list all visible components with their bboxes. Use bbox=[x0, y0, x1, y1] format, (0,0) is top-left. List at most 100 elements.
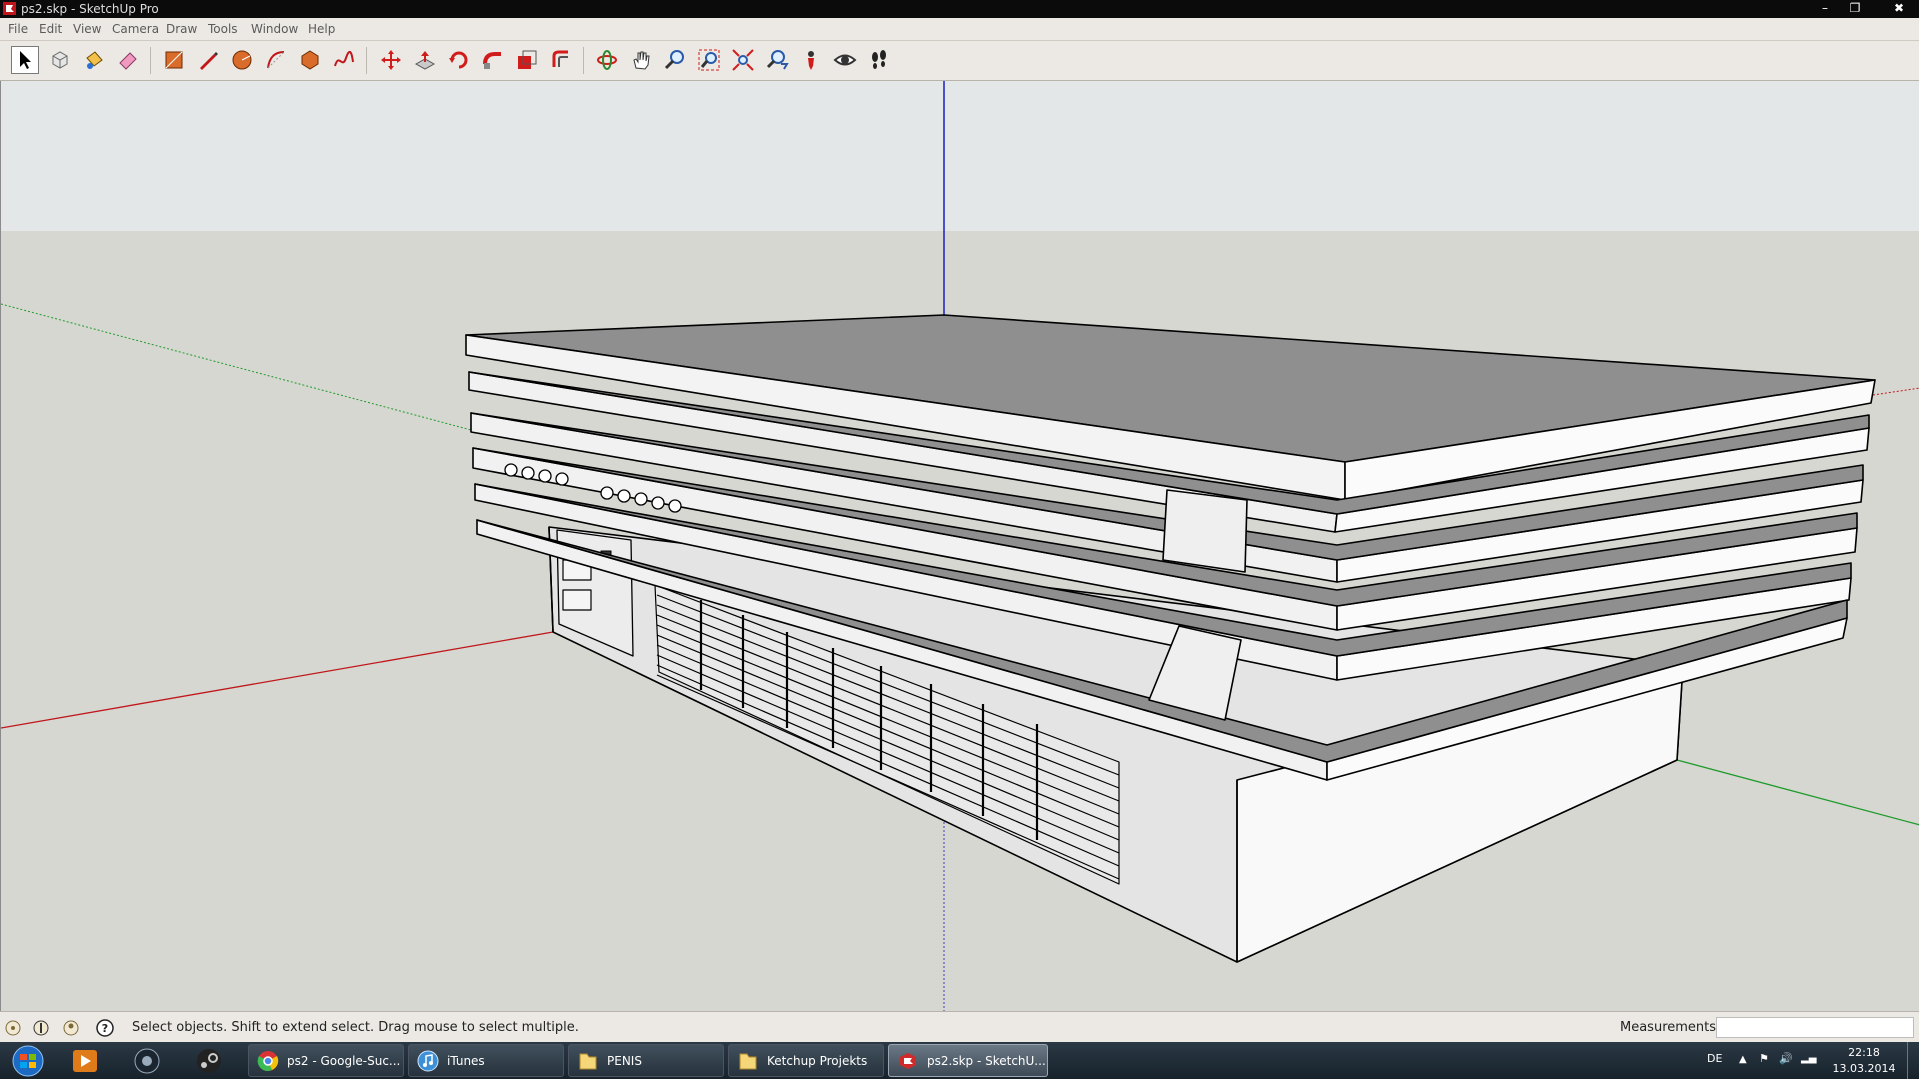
paint-bucket-button[interactable] bbox=[80, 46, 108, 74]
menu-view[interactable]: View bbox=[73, 22, 101, 36]
eraser-button[interactable] bbox=[114, 46, 142, 74]
taskbar-item-ketchup-folder[interactable]: Ketchup Projekts bbox=[728, 1044, 884, 1077]
menu-help[interactable]: Help bbox=[308, 22, 335, 36]
measurements-input[interactable] bbox=[1716, 1017, 1914, 1038]
folder-icon bbox=[739, 1053, 757, 1070]
menu-tools[interactable]: Tools bbox=[208, 22, 238, 36]
offset-icon bbox=[552, 50, 568, 67]
circle-icon bbox=[232, 50, 252, 70]
previous-view-icon bbox=[766, 50, 789, 70]
select-tool-button[interactable] bbox=[11, 46, 39, 74]
previous-view-button[interactable] bbox=[763, 46, 791, 74]
pan-button[interactable] bbox=[627, 46, 655, 74]
close-button[interactable]: ✖ bbox=[1881, 0, 1917, 18]
toolbar-separator bbox=[583, 47, 584, 74]
arc-button[interactable] bbox=[262, 46, 290, 74]
volume-icon[interactable]: 🔊 bbox=[1779, 1052, 1793, 1065]
model-viewport[interactable] bbox=[0, 81, 1919, 1011]
rotate-icon bbox=[449, 51, 468, 69]
taskbar-item-itunes[interactable]: iTunes bbox=[408, 1044, 564, 1077]
offset-button[interactable] bbox=[547, 46, 575, 74]
toolbar-separator bbox=[366, 47, 367, 74]
freehand-button[interactable] bbox=[330, 46, 358, 74]
credits-icon[interactable] bbox=[32, 1019, 50, 1037]
zoom-window-icon bbox=[698, 49, 720, 71]
user-icon[interactable] bbox=[62, 1019, 80, 1037]
orbit-button[interactable] bbox=[593, 46, 621, 74]
main-toolbar bbox=[0, 41, 1919, 81]
zoom-window-button[interactable] bbox=[695, 46, 723, 74]
chrome-icon bbox=[257, 1051, 279, 1071]
rectangle-button[interactable] bbox=[160, 46, 188, 74]
clock-time[interactable]: 22:18 bbox=[1834, 1046, 1894, 1059]
minimize-button[interactable]: – bbox=[1813, 0, 1837, 18]
steam-icon[interactable] bbox=[194, 1046, 224, 1076]
rotate-button[interactable] bbox=[445, 46, 473, 74]
help-icon[interactable]: ? bbox=[96, 1019, 114, 1037]
polygon-button[interactable] bbox=[296, 46, 324, 74]
line-button[interactable] bbox=[194, 46, 222, 74]
show-hidden-icons-icon[interactable]: ▲ bbox=[1739, 1054, 1747, 1065]
system-tray: DE ▲ ⚑ 🔊 ▂▄ 22:18 13.03.2014 bbox=[1619, 1042, 1919, 1079]
move-button[interactable] bbox=[377, 46, 405, 74]
circle-button[interactable] bbox=[228, 46, 256, 74]
status-bar: ? Select objects. Shift to extend select… bbox=[0, 1011, 1919, 1043]
window-title: ps2.skp - SketchUp Pro bbox=[21, 2, 159, 16]
toolbar-separator bbox=[150, 47, 151, 74]
app-launcher-icon[interactable] bbox=[132, 1046, 162, 1076]
network-signal-icon[interactable]: ▂▄ bbox=[1801, 1053, 1816, 1064]
task-label: Ketchup Projekts bbox=[767, 1054, 868, 1068]
walk-button[interactable] bbox=[865, 46, 893, 74]
position-camera-button[interactable] bbox=[797, 46, 825, 74]
geo-location-icon[interactable] bbox=[4, 1019, 22, 1037]
sketchup-icon bbox=[900, 1053, 916, 1069]
media-player-icon[interactable] bbox=[70, 1046, 100, 1076]
footprints-icon bbox=[872, 50, 886, 69]
folder-icon bbox=[579, 1053, 597, 1070]
menu-camera[interactable]: Camera bbox=[112, 22, 159, 36]
follow-me-button[interactable] bbox=[479, 46, 507, 74]
task-label: iTunes bbox=[447, 1054, 485, 1068]
start-button-icon[interactable] bbox=[8, 1045, 48, 1077]
action-center-flag-icon[interactable]: ⚑ bbox=[1759, 1052, 1769, 1065]
menu-file[interactable]: File bbox=[8, 22, 28, 36]
make-component-button[interactable] bbox=[46, 46, 74, 74]
taskbar-item-sketchup[interactable]: ps2.skp - SketchU... bbox=[888, 1044, 1048, 1077]
magnifier-icon bbox=[664, 50, 684, 70]
taskbar-item-chrome[interactable]: ps2 - Google-Suc... bbox=[248, 1044, 404, 1077]
zoom-extents-button[interactable] bbox=[729, 46, 757, 74]
rectangle-icon bbox=[165, 51, 183, 69]
paint-bucket-icon bbox=[86, 51, 103, 69]
menu-draw[interactable]: Draw bbox=[166, 22, 197, 36]
scene-canvas[interactable] bbox=[1, 81, 1919, 1011]
show-desktop-button[interactable] bbox=[1907, 1042, 1919, 1079]
eye-icon bbox=[833, 54, 857, 66]
title-bar: ps2.skp - SketchUp Pro – ❐ ✖ bbox=[0, 0, 1919, 18]
menu-bar: File Edit View Camera Draw Tools Window … bbox=[0, 18, 1919, 41]
freehand-icon bbox=[334, 50, 354, 67]
zoom-extents-icon bbox=[732, 49, 754, 71]
position-camera-icon bbox=[808, 51, 814, 70]
measurements-label: Measurements bbox=[1620, 1020, 1717, 1035]
sky bbox=[1, 81, 1919, 231]
taskbar-item-penis-folder[interactable]: PENIS bbox=[568, 1044, 724, 1077]
look-around-button[interactable] bbox=[831, 46, 859, 74]
task-label: PENIS bbox=[607, 1054, 642, 1068]
follow-me-icon bbox=[483, 52, 501, 69]
zoom-button[interactable] bbox=[661, 46, 689, 74]
menu-edit[interactable]: Edit bbox=[39, 22, 62, 36]
clock-date[interactable]: 13.03.2014 bbox=[1824, 1062, 1904, 1075]
push-pull-button[interactable] bbox=[411, 46, 439, 74]
language-indicator[interactable]: DE bbox=[1707, 1052, 1722, 1065]
hand-icon bbox=[633, 51, 650, 70]
scale-icon bbox=[518, 50, 537, 69]
push-pull-icon bbox=[414, 51, 436, 70]
pencil-icon bbox=[200, 52, 218, 70]
sketchup-logo-icon bbox=[3, 2, 16, 15]
restore-button[interactable]: ❐ bbox=[1843, 0, 1867, 18]
arrow-icon bbox=[20, 51, 31, 69]
scale-button[interactable] bbox=[513, 46, 541, 74]
itunes-icon bbox=[417, 1050, 439, 1072]
menu-window[interactable]: Window bbox=[251, 22, 298, 36]
task-label: ps2.skp - SketchU... bbox=[927, 1054, 1046, 1068]
